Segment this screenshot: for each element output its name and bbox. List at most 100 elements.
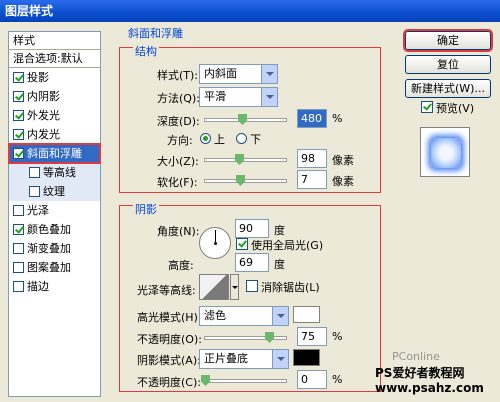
style-list-item[interactable]: 等高线 <box>9 163 100 182</box>
style-list-items: 投影内阴影外发光内发光斜面和浮雕等高线纹理光泽颜色叠加渐变叠加图案叠加描边 <box>8 68 101 296</box>
direction-up-radio[interactable] <box>200 133 211 144</box>
new-style-button[interactable]: 新建样式(W)... <box>405 79 491 98</box>
style-list-item[interactable]: 内阴影 <box>9 87 100 106</box>
style-list-item[interactable]: 外发光 <box>9 106 100 125</box>
highlight-color-swatch[interactable] <box>293 306 320 323</box>
altitude-label: 高度: <box>168 259 194 272</box>
style-list-item[interactable]: 光泽 <box>9 201 100 220</box>
angle-dial[interactable] <box>199 227 231 259</box>
depth-label: 深度(D): <box>157 115 200 128</box>
chevron-down-icon[interactable] <box>230 274 239 300</box>
preview-label: 预览(V) <box>436 102 475 115</box>
style-list-item[interactable]: 斜面和浮雕 <box>8 143 101 164</box>
direction-label: 方向: <box>167 134 193 147</box>
highlight-mode-label: 高光模式(H): <box>137 311 202 324</box>
angle-input[interactable]: 90 <box>235 219 269 238</box>
bevel-section-title: 斜面和浮雕 <box>128 27 183 40</box>
style-list-item[interactable]: 颜色叠加 <box>9 220 100 239</box>
style-checkbox[interactable] <box>29 167 40 178</box>
shadow-mode-select[interactable]: 正片叠底 <box>199 349 289 369</box>
reset-button[interactable]: 复位 <box>405 55 491 74</box>
preview-thumbnail <box>431 138 461 168</box>
style-list-item[interactable]: 渐变叠加 <box>9 239 100 258</box>
anti-alias-label: 消除锯齿(L) <box>261 281 320 294</box>
ok-button[interactable]: 确定 <box>403 29 493 52</box>
shadow-opacity-unit: % <box>332 373 343 386</box>
soften-input[interactable]: 7 <box>297 170 327 189</box>
shadow-opacity-label: 不透明度(C): <box>137 376 201 389</box>
brand-line-2: www.psahz.com <box>375 381 484 395</box>
soften-label: 软化(F): <box>157 176 198 189</box>
style-checkbox[interactable] <box>13 148 24 159</box>
soften-unit: 像素 <box>332 175 354 188</box>
style-label: 样式(T): <box>157 69 199 82</box>
shadow-opacity-slider[interactable] <box>201 375 287 386</box>
style-list-item-label: 内阴影 <box>27 90 60 103</box>
style-list-item-label: 描边 <box>27 280 49 293</box>
size-slider[interactable] <box>204 154 287 165</box>
style-list-item-label: 颜色叠加 <box>27 223 71 236</box>
shading-title: 阴影 <box>133 201 159 217</box>
style-checkbox[interactable] <box>13 205 24 216</box>
style-checkbox[interactable] <box>13 281 24 292</box>
shadow-mode-label: 阴影模式(A): <box>137 354 201 367</box>
depth-slider[interactable] <box>204 114 287 125</box>
style-list-item-label: 等高线 <box>43 166 76 179</box>
highlight-opacity-input[interactable]: 75 <box>297 327 327 346</box>
style-checkbox[interactable] <box>13 262 24 273</box>
angle-label: 角度(N): <box>157 225 200 238</box>
highlight-mode-value: 滤色 <box>204 309 226 322</box>
direction-up-label: 上 <box>214 133 225 146</box>
global-light-label: 使用全局光(G) <box>251 239 324 252</box>
style-preview <box>420 127 470 177</box>
global-light-checkbox[interactable] <box>236 238 248 250</box>
direction-down-radio[interactable] <box>236 133 247 144</box>
style-list-item-label: 投影 <box>27 71 49 84</box>
bevel-style-select[interactable]: 内斜面 <box>199 64 278 84</box>
style-list-item-label: 图案叠加 <box>27 261 71 274</box>
brand-line-1: PS爱好者教程网 <box>375 366 465 380</box>
style-list-item[interactable]: 图案叠加 <box>9 258 100 277</box>
angle-indicator <box>215 230 216 243</box>
size-label: 大小(Z): <box>157 155 199 168</box>
style-list-item-label: 内发光 <box>27 128 60 141</box>
shadow-color-swatch[interactable] <box>293 349 320 366</box>
depth-input[interactable]: 480 <box>297 109 327 128</box>
pconline-watermark: PConline <box>392 350 440 363</box>
gloss-contour-picker[interactable] <box>199 274 229 300</box>
style-list-item[interactable]: 描边 <box>9 277 100 296</box>
chevron-down-icon <box>272 307 288 325</box>
highlight-opacity-unit: % <box>332 330 343 343</box>
chevron-down-icon <box>272 350 288 368</box>
style-list-item-label: 渐变叠加 <box>27 242 71 255</box>
highlight-opacity-label: 不透明度(O): <box>137 333 202 346</box>
technique-value: 平滑 <box>204 90 226 103</box>
shadow-mode-value: 正片叠底 <box>204 352 248 365</box>
altitude-input[interactable]: 69 <box>235 253 269 272</box>
style-checkbox[interactable] <box>13 91 24 102</box>
style-checkbox[interactable] <box>13 72 24 83</box>
size-input[interactable]: 98 <box>297 149 327 168</box>
soften-slider[interactable] <box>204 175 287 186</box>
style-checkbox[interactable] <box>13 110 24 121</box>
size-unit: 像素 <box>332 154 354 167</box>
anti-alias-checkbox[interactable] <box>246 280 258 292</box>
style-list-header[interactable]: 样式 <box>9 32 100 50</box>
highlight-opacity-slider[interactable] <box>204 332 287 343</box>
shadow-opacity-input[interactable]: 0 <box>297 370 327 389</box>
style-checkbox[interactable] <box>29 186 40 197</box>
style-list: 样式 混合选项:默认 投影内阴影外发光内发光斜面和浮雕等高线纹理光泽颜色叠加渐变… <box>8 31 101 397</box>
style-list-item-label: 纹理 <box>43 185 65 198</box>
style-list-item[interactable]: 投影 <box>9 68 100 87</box>
technique-label: 方法(Q): <box>157 92 200 105</box>
technique-select[interactable]: 平滑 <box>199 87 278 107</box>
style-list-item[interactable]: 内发光 <box>9 125 100 144</box>
style-checkbox[interactable] <box>13 224 24 235</box>
style-list-item[interactable]: 纹理 <box>9 182 100 201</box>
style-checkbox[interactable] <box>13 129 24 140</box>
angle-unit: 度 <box>274 224 285 237</box>
blend-options-item[interactable]: 混合选项:默认 <box>9 50 100 68</box>
style-checkbox[interactable] <box>13 243 24 254</box>
highlight-mode-select[interactable]: 滤色 <box>199 306 289 326</box>
preview-checkbox[interactable] <box>421 101 433 113</box>
